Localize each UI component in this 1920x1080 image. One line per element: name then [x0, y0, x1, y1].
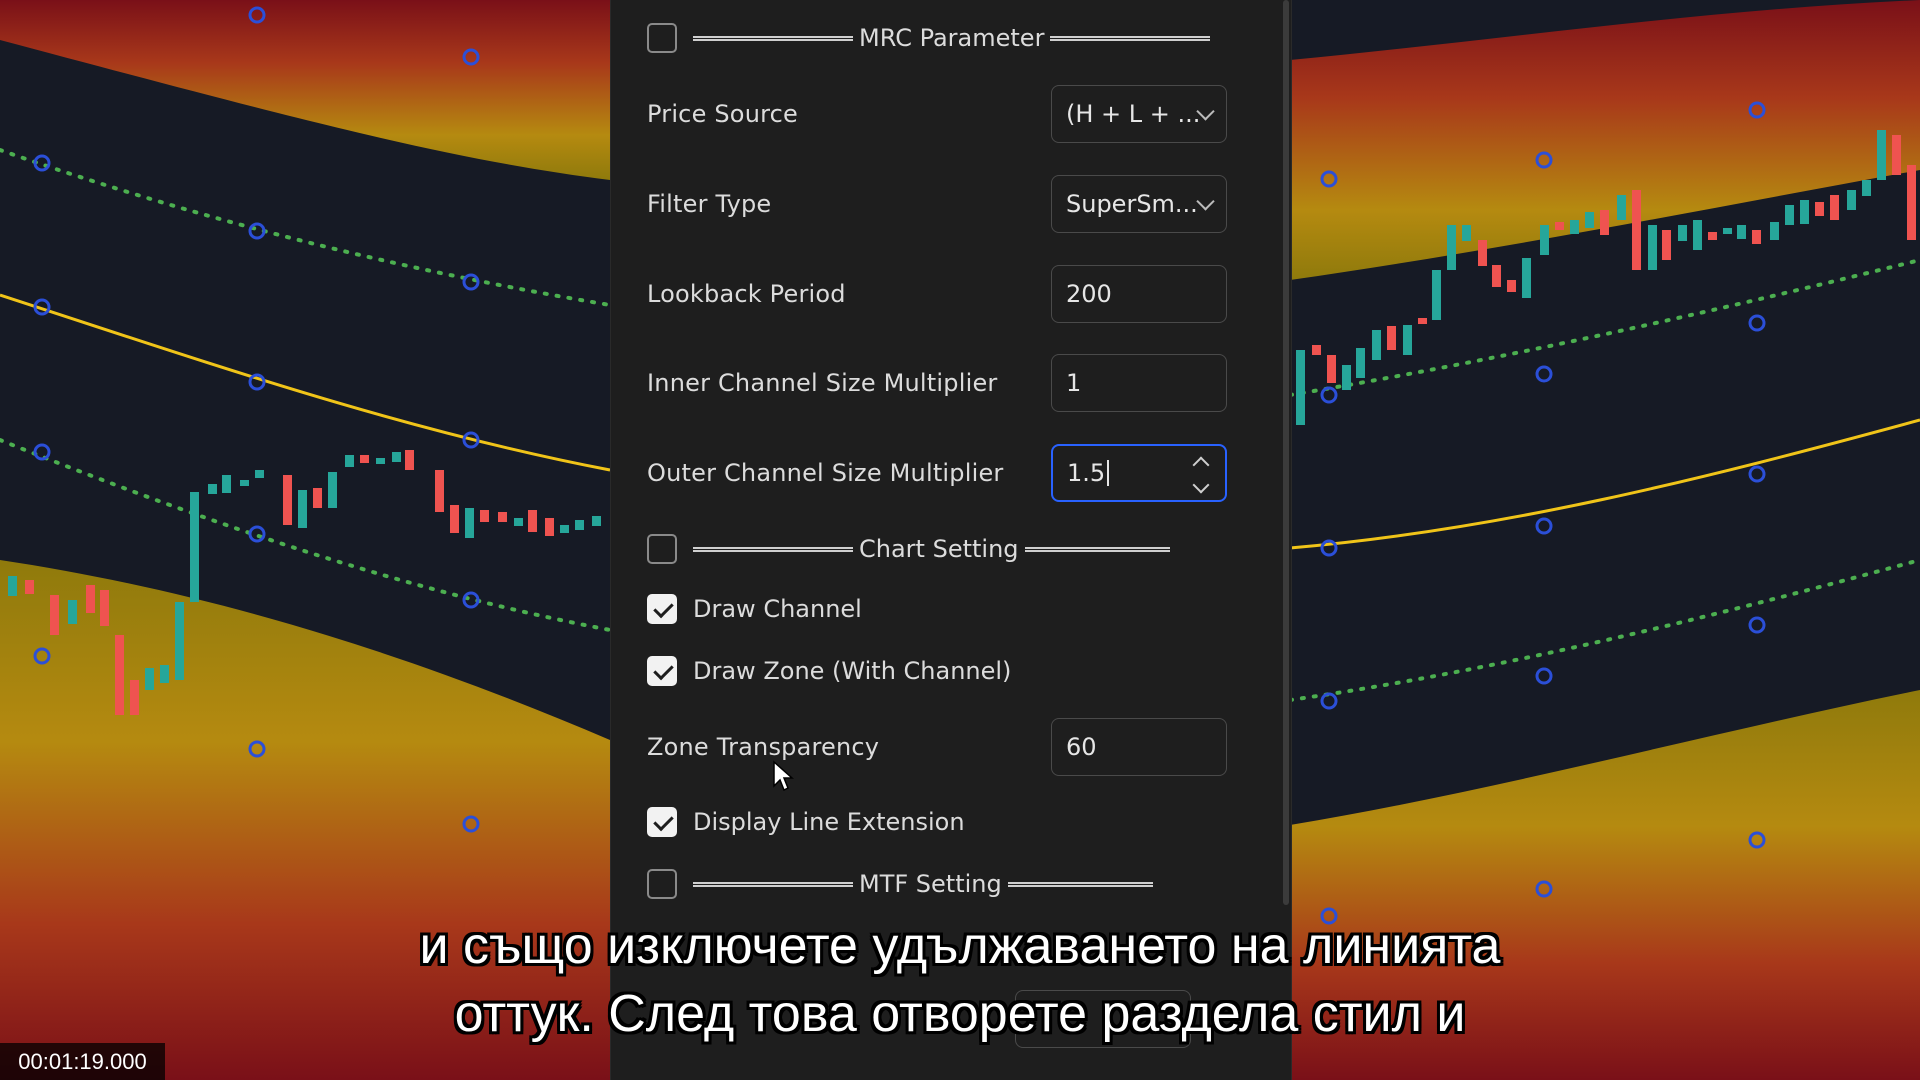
draw-zone-checkbox[interactable] [647, 656, 677, 686]
section-title: MRC Parameter [859, 24, 1045, 52]
display-line-extension-row[interactable]: Display Line Extension [647, 806, 1261, 838]
panel-scrollbar[interactable] [1283, 0, 1289, 905]
lookback-period-row: Lookback Period 200 [647, 264, 1261, 324]
subtitles: и също изключете удължаването на линията… [0, 912, 1920, 1048]
divider-line [693, 881, 853, 887]
channel-midline-right [1289, 418, 1920, 550]
inner-lower-dotted-right [1288, 558, 1920, 702]
outer-multiplier-input[interactable]: 1.5 [1051, 444, 1227, 502]
draw-channel-label: Draw Channel [693, 595, 862, 623]
divider-line [1024, 546, 1170, 552]
divider-line [1007, 881, 1153, 887]
draw-zone-row[interactable]: Draw Zone (With Channel) [647, 655, 1261, 687]
lookback-period-value: 200 [1066, 280, 1112, 308]
filter-type-select[interactable]: SuperSm... [1051, 175, 1227, 233]
section-title: Chart Setting [859, 535, 1019, 563]
zone-transparency-row: Zone Transparency 60 [647, 717, 1261, 777]
chevron-up-icon[interactable] [1192, 456, 1210, 474]
section-header: MRC Parameter [693, 24, 1211, 52]
outer-multiplier-value: 1.5 [1067, 459, 1106, 487]
upper-zone-band-left [0, 0, 610, 180]
chevron-down-icon[interactable] [1192, 476, 1210, 494]
display-line-extension-checkbox[interactable] [647, 807, 677, 837]
divider-line [693, 35, 853, 41]
divider-line [693, 546, 853, 552]
inner-multiplier-label: Inner Channel Size Multiplier [647, 369, 998, 397]
inner-multiplier-input[interactable]: 1 [1051, 354, 1227, 412]
zone-transparency-label: Zone Transparency [647, 733, 880, 761]
price-source-row: Price Source (H + L + ... [647, 84, 1261, 144]
zone-transparency-input[interactable]: 60 [1051, 718, 1227, 776]
price-source-select[interactable]: (H + L + ... [1051, 85, 1227, 143]
section-title: MTF Setting [859, 870, 1002, 898]
mrc-parameter-checkbox[interactable] [647, 23, 677, 53]
filter-type-label: Filter Type [647, 190, 772, 218]
zone-transparency-value: 60 [1066, 733, 1097, 761]
video-timestamp: 00:01:19.000 [0, 1043, 165, 1080]
inner-multiplier-value: 1 [1066, 369, 1082, 397]
text-cursor [1107, 460, 1110, 486]
lookback-period-input[interactable]: 200 [1051, 265, 1227, 323]
inner-upper-dotted-right [1288, 258, 1920, 397]
lookback-period-label: Lookback Period [647, 280, 846, 308]
price-source-label: Price Source [647, 100, 799, 128]
mtf-setting-checkbox[interactable] [647, 869, 677, 899]
section-header: Chart Setting [693, 535, 1170, 563]
section-mtf-setting: MTF Setting [647, 868, 1261, 900]
outer-multiplier-label: Outer Channel Size Multiplier [647, 459, 1004, 487]
section-mrc-parameter: MRC Parameter [647, 22, 1261, 54]
mouse-pointer-icon [773, 760, 794, 792]
section-header: MTF Setting [693, 870, 1153, 898]
subtitle-line-1: и също изключете удължаването на линията [419, 917, 1501, 975]
subtitle-line-2: оттук. След това отворете раздела стил и [454, 985, 1466, 1043]
chart-setting-checkbox[interactable] [647, 534, 677, 564]
display-line-extension-label: Display Line Extension [693, 808, 965, 836]
channel-midline-left [0, 293, 611, 472]
inner-upper-dotted-left [0, 148, 612, 307]
section-chart-setting: Chart Setting [647, 533, 1261, 565]
draw-zone-label: Draw Zone (With Channel) [693, 657, 1012, 685]
draw-channel-checkbox[interactable] [647, 594, 677, 624]
outer-multiplier-row: Outer Channel Size Multiplier 1.5 [647, 443, 1261, 503]
divider-line [1050, 35, 1211, 41]
upper-zone-band-right [1290, 0, 1920, 280]
chevron-down-icon [1196, 192, 1215, 211]
filter-type-value: SuperSm... [1066, 190, 1198, 218]
filter-type-row: Filter Type SuperSm... [647, 174, 1261, 234]
price-source-value: (H + L + ... [1066, 100, 1201, 128]
inner-multiplier-row: Inner Channel Size Multiplier 1 [647, 353, 1261, 413]
number-stepper[interactable] [1191, 453, 1211, 495]
draw-channel-row[interactable]: Draw Channel [647, 593, 1261, 625]
